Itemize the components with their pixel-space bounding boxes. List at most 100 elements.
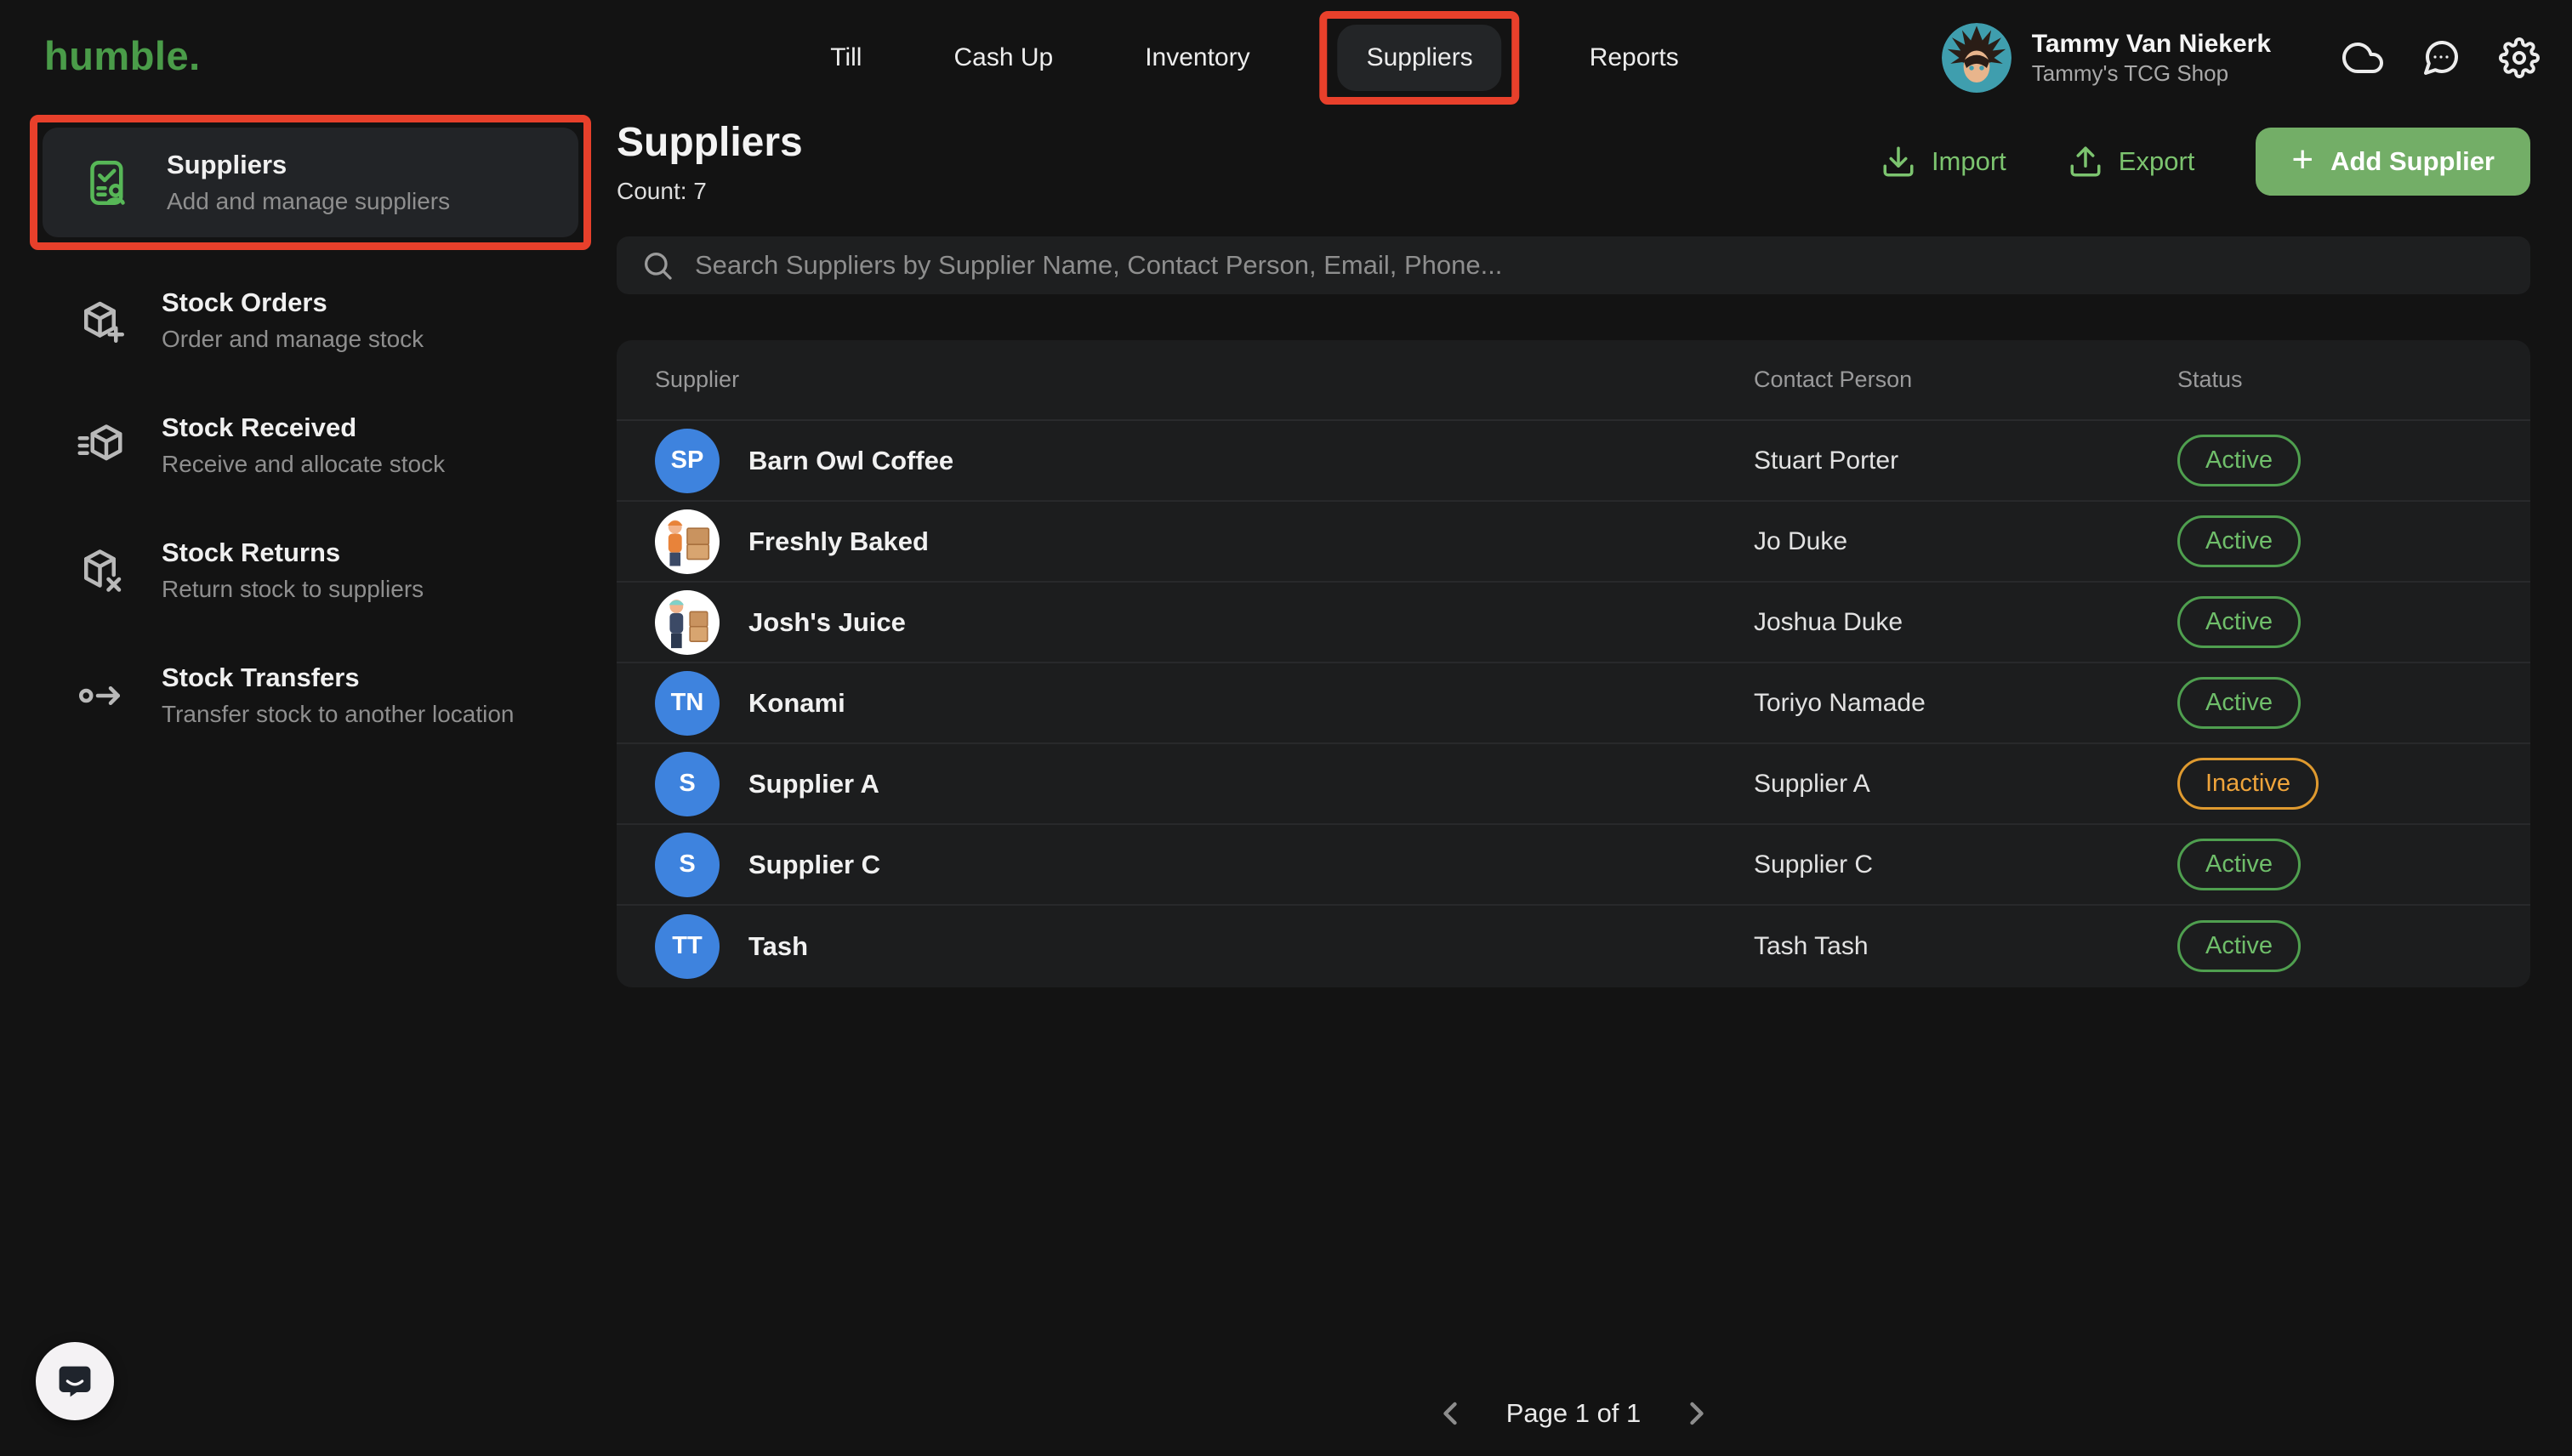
nav-item-till[interactable]: Till [808,25,884,91]
supplier-cell: TT Tash [655,913,1754,979]
table-row[interactable]: S Supplier A Supplier A Inactive [617,744,2530,825]
table-row[interactable]: SP Barn Owl Coffee Stuart Porter Active [617,421,2530,502]
chevron-right-icon[interactable] [1678,1395,1716,1432]
status-cell: Inactive [2177,758,2492,810]
table-row[interactable]: Freshly Baked Jo Duke Active [617,502,2530,583]
export-button[interactable]: Export [2068,144,2194,179]
support-chat-launcher[interactable] [36,1342,114,1420]
sidebar-annotation-box: Suppliers Add and manage suppliers [30,115,591,250]
suppliers-table: Supplier Contact Person Status SP Barn Owl … [617,340,2530,987]
status-badge: Inactive [2177,758,2319,810]
supplier-cell: TN Konami [655,670,1754,736]
status-cell: Active [2177,839,2492,890]
supplier-name: Supplier C [748,849,881,879]
chevron-left-icon[interactable] [1431,1395,1469,1432]
nav-item-cash-up[interactable]: Cash Up [931,25,1075,91]
supplier-name: Barn Owl Coffee [748,445,954,475]
sidebar-item-title: Stock Received [162,412,357,442]
search-bar [617,236,2530,294]
table-row[interactable]: Josh's Juice Joshua Duke Active [617,583,2530,663]
status-cell: Active [2177,677,2492,729]
user-avatar[interactable] [1941,22,2012,93]
sidebar-item-desc: Add and manage suppliers [167,188,451,214]
brand-logo[interactable]: humble. [44,32,201,79]
sidebar: Suppliers Add and manage suppliers Stock O… [30,115,591,750]
add-supplier-label: Add Supplier [2330,146,2495,176]
sidebar-item-text: Stock Returns Return stock to suppliers [162,537,424,603]
user-text: Tammy Van Niekerk Tammy's TCG Shop [2032,28,2271,88]
sidebar-item-title: Stock Transfers [162,663,360,692]
add-supplier-button[interactable]: + Add Supplier [2256,128,2530,196]
table-body: SP Barn Owl Coffee Stuart Porter Active Fres… [617,421,2530,987]
worker-with-boxes-illustration [655,589,720,655]
supplier-name: Tash [748,930,809,961]
user-cluster: Tammy Van Niekerk Tammy's TCG Shop [1941,0,2540,115]
contact-person: Toriyo Namade [1754,688,1926,717]
sidebar-item-desc: Receive and allocate stock [162,451,446,477]
page-label: Page 1 of 1 [1505,1398,1642,1428]
sidebar-item-title: Stock Orders [162,287,327,317]
sidebar-item-text: Stock Received Receive and allocate stock [162,412,445,478]
status-cell: Active [2177,920,2492,972]
table-row[interactable]: TN Konami Toriyo Namade Active [617,663,2530,744]
status-cell: Active [2177,596,2492,648]
supplier-cell: S Supplier A [655,751,1754,816]
top-nav: Till Cash Up Inventory Suppliers Reports [808,0,1700,115]
gear-icon[interactable] [2499,37,2540,78]
chat-icon[interactable] [2421,37,2461,78]
stock-transfers-icon [77,670,128,721]
status-cell: Active [2177,435,2492,486]
supplier-name: Josh's Juice [748,606,906,637]
plus-icon: + [2291,139,2314,180]
stock-received-icon [77,420,128,471]
nav-annotation-box: Suppliers [1319,10,1520,105]
sidebar-item-title: Stock Returns [162,537,341,567]
supplier-cell: SP Barn Owl Coffee [655,428,1754,493]
supplier-avatar: TT [655,913,720,979]
sidebar-item-stock-transfers[interactable]: Stock Transfers Transfer stock to another… [30,640,591,750]
sidebar-item-stock-returns[interactable]: Stock Returns Return stock to suppliers [30,515,591,625]
supplier-avatar: TN [655,670,720,736]
app-root: { "brand": { "logo": "humble." }, "nav":… [0,0,2572,1456]
header-actions: Import Export + Add Supplier [1881,128,2530,196]
user-shop: Tammy's TCG Shop [2031,60,2229,86]
search-icon [645,253,672,280]
status-badge: Active [2177,435,2301,486]
contact-person: Stuart Porter [1754,446,1899,475]
sidebar-item-title: Suppliers [167,150,287,179]
import-button[interactable]: Import [1881,144,2006,179]
contact-person: Jo Duke [1754,526,1848,555]
contact-person: Joshua Duke [1754,607,1903,636]
nav-item-reports[interactable]: Reports [1568,25,1701,91]
status-badge: Active [2177,839,2301,890]
supplier-name: Freshly Baked [748,526,929,556]
main-content: Suppliers Count: 7 Import Export + Add S… [617,119,2530,1446]
user-menu[interactable]: Tammy Van Niekerk Tammy's TCG Shop [1941,22,2271,93]
upload-icon [2070,146,2101,177]
sidebar-item-desc: Return stock to suppliers [162,576,424,602]
delivery-person-with-boxes-illustration [655,509,720,574]
sidebar-item-text: Suppliers Add and manage suppliers [167,150,450,215]
nav-item-inventory[interactable]: Inventory [1123,25,1272,91]
supplier-name: Supplier A [748,768,879,799]
supplier-avatar: SP [655,428,720,493]
sidebar-item-suppliers[interactable]: Suppliers Add and manage suppliers [43,128,578,237]
pagination: Page 1 of 1 [617,1395,2530,1432]
import-label: Import [1931,146,2006,176]
sidebar-item-desc: Order and manage stock [162,326,424,352]
table-row[interactable]: TT Tash Tash Tash Active [617,906,2530,987]
search-input[interactable] [695,250,2507,281]
supplier-cell: Freshly Baked [655,509,1754,574]
status-cell: Active [2177,515,2492,567]
stock-returns-icon [77,545,128,596]
nav-item-suppliers[interactable]: Suppliers [1337,24,1502,91]
status-badge: Active [2177,596,2301,648]
sidebar-item-text: Stock Orders Order and manage stock [162,287,424,353]
table-row[interactable]: S Supplier C Supplier C Active [617,825,2530,906]
sidebar-item-stock-received[interactable]: Stock Received Receive and allocate stock [30,390,591,500]
chat-bubble-icon [59,1366,91,1397]
column-header-status: Status [2177,367,2243,392]
column-header-supplier: Supplier [655,367,740,392]
sidebar-item-stock-orders[interactable]: Stock Orders Order and manage stock [30,265,591,375]
cloud-icon[interactable] [2342,37,2383,78]
